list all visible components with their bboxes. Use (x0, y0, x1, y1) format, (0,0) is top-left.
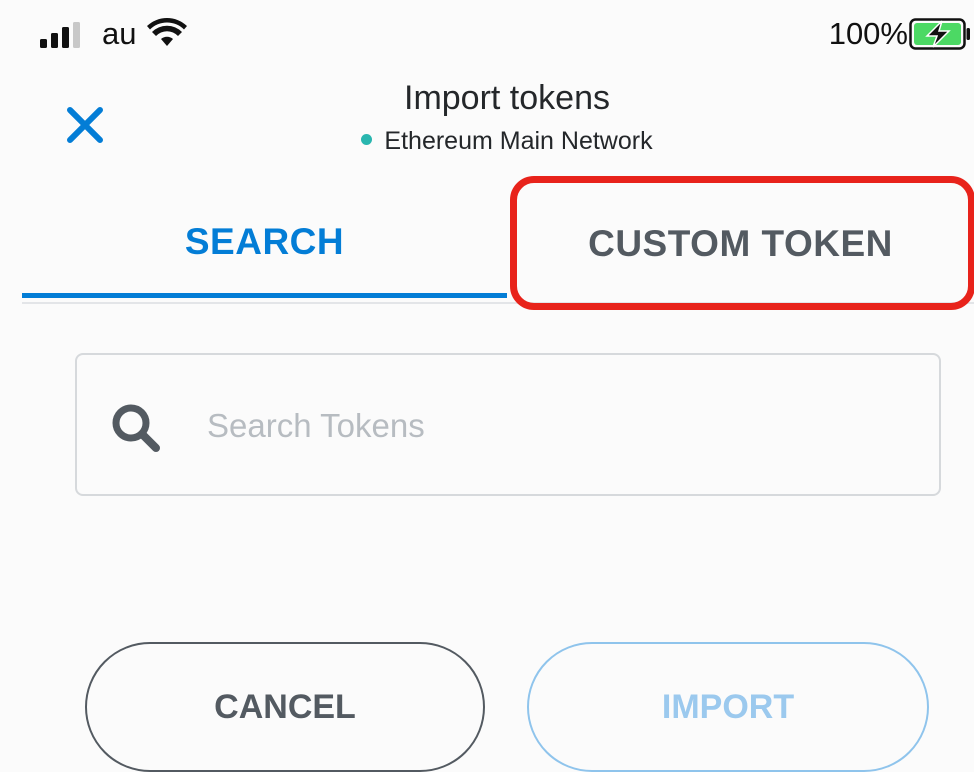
network-name: Ethereum Main Network (384, 127, 653, 155)
search-box[interactable] (75, 353, 941, 496)
signal-icon (40, 22, 80, 48)
wifi-icon (147, 18, 187, 46)
network-indicator: Ethereum Main Network (0, 124, 974, 158)
battery-charging-icon (909, 18, 970, 50)
tab-custom-token[interactable]: CUSTOM TOKEN (507, 190, 974, 298)
cancel-button[interactable]: CANCEL (85, 642, 485, 772)
tab-search[interactable]: SEARCH (22, 190, 507, 298)
network-status-dot (361, 133, 373, 145)
status-bar: au 100% (0, 0, 974, 70)
search-icon (112, 404, 160, 452)
search-input[interactable] (205, 395, 909, 457)
page-title: Import tokens (404, 79, 610, 117)
carrier-name: au (102, 16, 137, 51)
import-button[interactable]: IMPORT (527, 642, 929, 772)
battery-percent: 100% (828, 16, 908, 51)
tab-bar: SEARCH CUSTOM TOKEN (22, 190, 974, 304)
